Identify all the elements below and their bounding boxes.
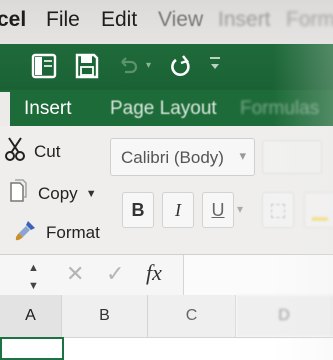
ribbon-tabs: Insert Page Layout Formulas <box>0 90 333 126</box>
save-icon[interactable] <box>74 52 100 85</box>
tab-insert[interactable]: Insert <box>24 98 72 120</box>
menu-view[interactable]: View <box>158 8 203 32</box>
scissors-icon <box>4 136 26 167</box>
font-name-select[interactable]: Calibri (Body) ▾ <box>110 138 255 176</box>
column-header-c[interactable]: C <box>148 295 236 337</box>
insert-function-icon[interactable]: fx <box>146 260 162 286</box>
column-header-a[interactable]: A <box>0 295 62 337</box>
fill-color-button[interactable] <box>304 192 333 228</box>
copy-label: Copy <box>38 183 78 203</box>
quick-access-toolbar: ▾ <box>0 44 333 90</box>
italic-button[interactable]: I <box>162 192 194 228</box>
sidebar-toggle-icon[interactable] <box>30 52 58 85</box>
selected-cell-a1[interactable] <box>0 337 64 360</box>
menu-file[interactable]: File <box>46 8 80 32</box>
customize-icon[interactable] <box>208 54 222 79</box>
ribbon-home: Cut Copy ▼ Format Calibri (Body) ▾ B I U <box>0 126 333 254</box>
formula-bar: ▲ ▼ ✕ ✓ fx <box>0 254 333 296</box>
menu-edit[interactable]: Edit <box>101 8 137 32</box>
chevron-up-icon[interactable]: ▲ <box>28 261 39 275</box>
format-label: Format <box>46 222 100 242</box>
name-box-stepper[interactable]: ▲ ▼ <box>28 261 39 293</box>
column-header-d[interactable]: D <box>236 295 333 337</box>
chevron-down-icon[interactable]: ▼ <box>28 279 39 293</box>
menu-bar: cel File Edit View Insert Format <box>0 0 333 44</box>
tab-page-layout[interactable]: Page Layout <box>110 98 217 120</box>
bold-button[interactable]: B <box>122 192 154 228</box>
paintbrush-icon <box>14 218 38 247</box>
formula-input[interactable] <box>183 255 333 295</box>
chevron-down-icon: ▾ <box>239 148 246 163</box>
tab-formulas[interactable]: Formulas <box>240 98 319 120</box>
column-header-b[interactable]: B <box>62 295 148 337</box>
redo-icon[interactable] <box>168 52 194 85</box>
borders-button[interactable] <box>262 192 294 228</box>
menu-format[interactable]: Format <box>286 8 333 32</box>
font-size-select[interactable] <box>262 140 322 174</box>
tab-home[interactable] <box>0 92 10 126</box>
spreadsheet-grid: A B C D <box>0 295 333 360</box>
underline-dropdown-icon[interactable]: ▾ <box>237 202 243 216</box>
undo-dropdown-icon[interactable]: ▾ <box>146 60 151 71</box>
font-format-row: B I U ▾ <box>122 192 333 232</box>
cancel-icon[interactable]: ✕ <box>66 261 84 287</box>
undo-icon[interactable] <box>116 54 140 83</box>
copy-icon <box>8 178 30 209</box>
cut-button[interactable]: Cut <box>4 136 60 167</box>
borders-icon <box>271 204 285 218</box>
copy-button[interactable]: Copy ▼ <box>8 178 97 209</box>
underline-button[interactable]: U <box>202 192 234 228</box>
enter-icon[interactable]: ✓ <box>106 261 124 287</box>
fill-color-icon <box>312 217 328 221</box>
format-painter-button[interactable]: Format <box>14 218 100 247</box>
cut-label: Cut <box>34 141 61 161</box>
copy-dropdown-icon[interactable]: ▼ <box>86 188 97 200</box>
menu-insert[interactable]: Insert <box>218 8 271 32</box>
menu-app-name[interactable]: cel <box>0 8 26 32</box>
font-name-value: Calibri (Body) <box>121 148 224 167</box>
